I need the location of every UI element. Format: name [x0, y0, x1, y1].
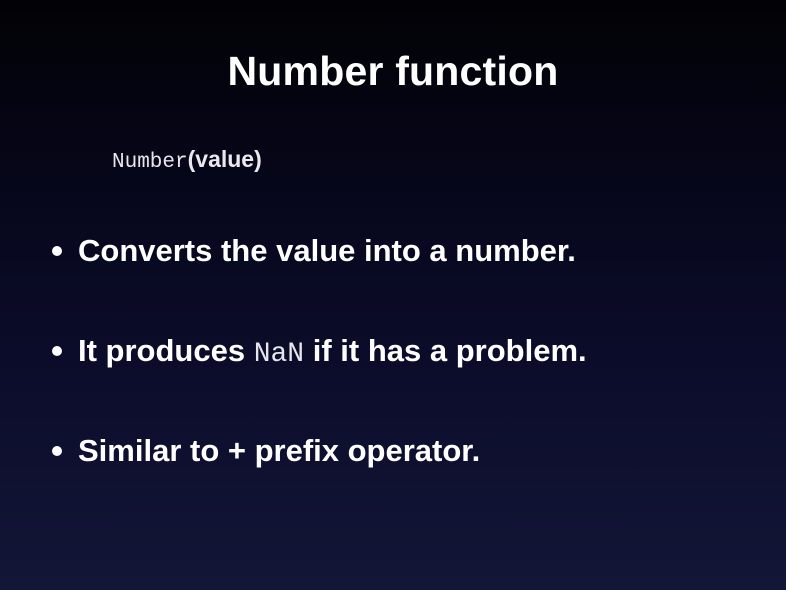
function-signature: Number(value)	[112, 146, 262, 174]
bullet-item: Similar to + prefix operator.	[50, 430, 587, 530]
function-parameters: (value)	[187, 146, 262, 172]
bullet-text-before: It produces	[78, 333, 254, 368]
bullet-text: Similar to + prefix operator.	[78, 433, 481, 468]
bullet-text-after: if it has a problem.	[304, 333, 587, 368]
bullet-dot-icon	[52, 446, 62, 456]
slide: Number function Number(value) Converts t…	[0, 0, 786, 590]
bullet-list: Converts the value into a number. It pro…	[50, 230, 587, 530]
nan-code: NaN	[253, 339, 305, 370]
bullet-dot-icon	[52, 346, 62, 356]
bullet-item: Converts the value into a number.	[50, 230, 587, 330]
slide-title: Number function	[227, 48, 559, 94]
bullet-dot-icon	[52, 246, 62, 256]
function-name: Number	[112, 151, 188, 174]
bullet-item: It produces NaN if it has a problem.	[50, 330, 587, 430]
bullet-text: Converts the value into a number.	[78, 233, 576, 268]
